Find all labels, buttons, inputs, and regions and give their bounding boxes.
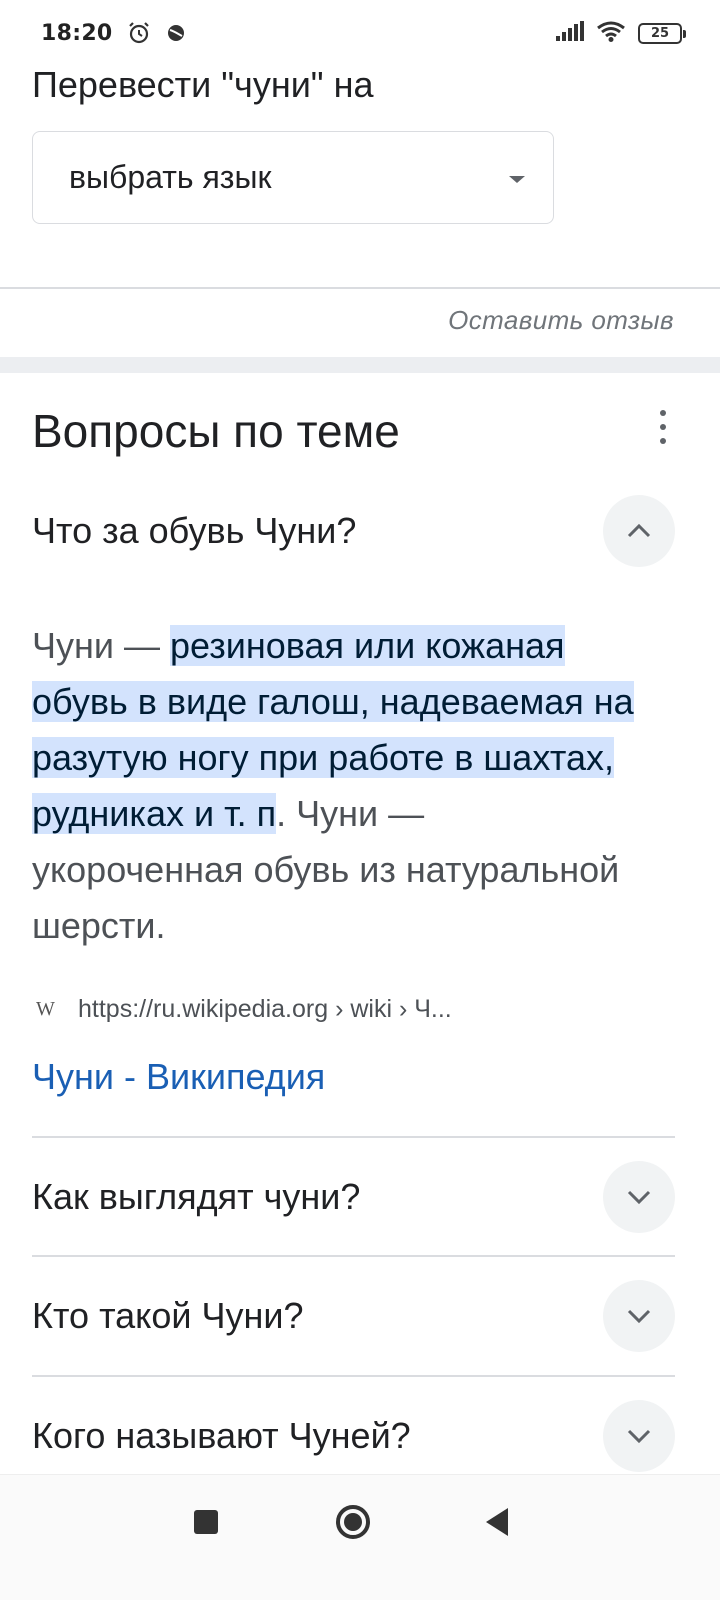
screen: 18:20 25 Перевести "чуни" на выбрать язы… bbox=[0, 0, 720, 1600]
divider bbox=[0, 287, 720, 289]
expand-button[interactable] bbox=[603, 1161, 675, 1233]
question-text: Как выглядят чуни? bbox=[32, 1176, 361, 1217]
home-button[interactable] bbox=[336, 1505, 370, 1539]
source-url: https://ru.wikipedia.org › wiki › Ч... bbox=[78, 995, 452, 1023]
expand-button[interactable] bbox=[603, 1400, 675, 1472]
chevron-down-icon bbox=[627, 1309, 651, 1324]
battery-icon: 25 bbox=[638, 22, 686, 44]
question-row-1[interactable]: Что за обувь Чуни? bbox=[32, 495, 675, 567]
chevron-down-icon bbox=[627, 1429, 651, 1444]
language-select[interactable]: выбрать язык bbox=[32, 131, 554, 224]
question-row-2[interactable]: Как выглядят чуни? bbox=[32, 1161, 675, 1233]
question-divider bbox=[32, 1136, 675, 1138]
chevron-down-icon bbox=[627, 1190, 651, 1205]
translate-title: Перевести "чуни" на bbox=[32, 64, 374, 105]
question-row-3[interactable]: Кто такой Чуни? bbox=[32, 1280, 675, 1352]
system-nav-bar bbox=[0, 1474, 720, 1600]
source-link[interactable]: Чуни - Википедия bbox=[32, 1056, 325, 1098]
wikipedia-icon: W bbox=[36, 998, 55, 1020]
wifi-icon bbox=[596, 20, 626, 46]
answer-highlight: обувь в виде галош, надеваемая на bbox=[32, 681, 634, 722]
status-time: 18:20 bbox=[41, 20, 113, 46]
status-bar: 18:20 25 bbox=[0, 0, 720, 66]
dropdown-arrow-icon bbox=[509, 176, 525, 183]
app-notification-icon bbox=[165, 22, 187, 44]
question-text: Кто такой Чуни? bbox=[32, 1295, 304, 1336]
answer-highlight: рудниках и т. п bbox=[32, 793, 277, 834]
signal-icon bbox=[556, 21, 584, 45]
question-divider bbox=[32, 1255, 675, 1257]
more-options-icon[interactable] bbox=[650, 410, 676, 444]
related-questions-title: Вопросы по теме bbox=[32, 405, 400, 457]
feedback-link[interactable]: Оставить отзыв bbox=[448, 305, 674, 336]
status-right: 25 bbox=[556, 20, 686, 46]
expand-button[interactable] bbox=[603, 1280, 675, 1352]
source-row[interactable]: W https://ru.wikipedia.org › wiki › Ч... bbox=[32, 995, 452, 1024]
question-row-4[interactable]: Кого называют Чуней? bbox=[32, 1400, 675, 1472]
language-select-value: выбрать язык bbox=[69, 159, 272, 195]
answer-text: Чуни — резиновая или кожаная обувь в вид… bbox=[32, 625, 634, 946]
recents-button[interactable] bbox=[194, 1510, 218, 1534]
battery-level: 25 bbox=[650, 25, 670, 41]
back-button[interactable] bbox=[486, 1508, 508, 1536]
alarm-icon bbox=[127, 21, 151, 45]
question-divider bbox=[32, 1375, 675, 1377]
question-text: Кого называют Чуней? bbox=[32, 1415, 411, 1456]
chevron-up-icon bbox=[627, 523, 651, 538]
collapse-button[interactable] bbox=[603, 495, 675, 567]
answer-highlight: резиновая или кожаная bbox=[170, 625, 565, 666]
answer-highlight: разутую ногу при работе в шахтах, bbox=[32, 737, 615, 778]
question-text: Что за обувь Чуни? bbox=[32, 510, 357, 551]
section-separator bbox=[0, 357, 720, 373]
